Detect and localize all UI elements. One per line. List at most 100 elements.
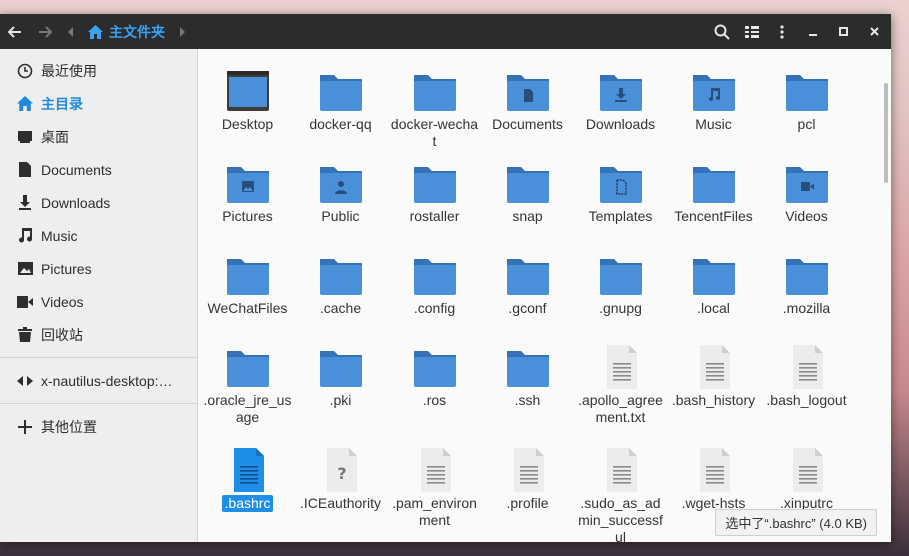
sidebar-item-videos[interactable]: Videos [0,285,197,318]
download-icon [17,195,33,211]
path-left-button[interactable] [60,14,82,49]
folder-icon [784,253,830,297]
file-item[interactable]: Desktop [201,69,294,133]
file-item[interactable]: Videos [760,161,853,225]
sidebar-item-trash[interactable]: 回收站 [0,318,197,351]
file-item[interactable]: .bashrc [201,448,294,513]
sidebar-item-pictures[interactable]: Pictures [0,252,197,285]
folder-icon [318,253,364,297]
file-item[interactable]: Music [667,69,760,133]
file-item[interactable]: rostaller [388,161,481,225]
sidebar-item-home[interactable]: 主目录 [0,87,197,120]
file-item[interactable]: Documents [481,69,574,133]
folder-doc-icon [505,69,551,113]
file-item[interactable]: Pictures [201,161,294,225]
file-item[interactable]: .ssh [481,345,574,409]
file-item[interactable]: .mozilla [760,253,853,317]
folder-public-icon [318,161,364,205]
file-item[interactable]: .gconf [481,253,574,317]
sidebar-item-downloads[interactable]: Downloads [0,186,197,219]
menu-button[interactable] [767,14,797,49]
file-item[interactable]: .ros [388,345,481,409]
sidebar-item-label: Music [41,227,78,244]
folder-picture-icon [225,161,271,205]
folder-icon [412,69,458,113]
file-name: .gconf [508,300,547,316]
sidebar-item-label: 桌面 [41,128,69,145]
file-name: .ICEauthority [300,495,381,511]
close-button[interactable] [857,14,891,49]
search-icon [714,24,730,40]
file-item[interactable]: TencentFiles [667,161,760,225]
sidebar-item-other-locations[interactable]: 其他位置 [0,410,197,443]
file-item[interactable]: .sudo_as_admin_successful [574,448,667,542]
sidebar-item-label: 最近使用 [41,62,97,79]
file-item[interactable]: .config [388,253,481,317]
desktop-folder-icon [225,69,271,113]
file-item[interactable]: snap [481,161,574,225]
home-icon [88,24,103,39]
document-icon [17,162,33,178]
maximize-icon [838,27,848,36]
file-item[interactable]: ? .ICEauthority [294,448,387,512]
file-item[interactable]: WeChatFiles [201,253,294,317]
text-file-icon [225,448,271,492]
sidebar-separator [0,357,197,358]
file-item[interactable]: .wget-hsts [667,448,760,512]
arrow-left-icon [8,25,21,38]
back-button[interactable] [0,14,30,49]
file-item[interactable]: .pam_environment [388,448,481,529]
file-item[interactable]: .pki [294,345,387,409]
text-file-icon [691,345,737,389]
sidebar-item-label: Videos [41,293,84,310]
view-toggle-button[interactable] [737,14,767,49]
file-item[interactable]: docker-wechat [388,69,481,150]
sidebar-item-label: 其他位置 [41,418,97,435]
file-name: Videos [785,208,828,224]
file-item[interactable]: pcl [760,69,853,133]
file-item[interactable]: .profile [481,448,574,512]
file-item[interactable]: .bash_history [667,345,760,409]
file-item[interactable]: Downloads [574,69,667,133]
file-item[interactable]: .apollo_agreement.txt [574,345,667,426]
file-name: .local [697,300,730,316]
status-overlay: 选中了“.bashrc” (4.0 KB) [715,509,877,536]
file-name: .apollo_agreement.txt [578,392,663,425]
file-name: .cache [319,300,362,316]
file-item[interactable]: .oracle_jre_usage [201,345,294,426]
sidebar-item-desktop[interactable]: 桌面 [0,120,197,153]
unknown-file-icon: ? [318,448,364,492]
file-name: docker-wechat [390,116,479,149]
sidebar-item-recent[interactable]: 最近使用 [0,54,197,87]
file-item[interactable]: .local [667,253,760,317]
text-file-icon [784,448,830,492]
folder-icon [598,253,644,297]
breadcrumb-home[interactable]: 主文件夹 [82,22,171,42]
sidebar-item-label: 回收站 [41,326,83,343]
file-name: Pictures [222,208,273,224]
sidebar-item-nautilus-desktop[interactable]: x-nautilus-desktop:… [0,364,197,397]
file-item[interactable]: .xinputrc [760,448,853,512]
folder-music-icon [691,69,737,113]
folder-icon [412,253,458,297]
file-name: .sudo_as_admin_successful [578,495,663,542]
search-button[interactable] [707,14,737,49]
file-item[interactable]: .bash_logout [760,345,853,409]
forward-button[interactable] [30,14,60,49]
trash-icon [17,327,33,343]
file-name: .bashrc [221,495,274,512]
scrollbar[interactable] [884,83,888,183]
sidebar-item-documents[interactable]: Documents [0,153,197,186]
file-item[interactable]: docker-qq [294,69,387,133]
minimize-button[interactable] [797,14,829,49]
path-right-button[interactable] [171,14,193,49]
file-item[interactable]: .cache [294,253,387,317]
file-name: .pki [329,392,352,408]
file-name: .config [413,300,456,316]
file-item[interactable]: Templates [574,161,667,225]
file-item[interactable]: Public [294,161,387,225]
file-item[interactable]: .gnupg [574,253,667,317]
text-file-icon [598,448,644,492]
sidebar-item-music[interactable]: Music [0,219,197,252]
maximize-button[interactable] [829,14,857,49]
